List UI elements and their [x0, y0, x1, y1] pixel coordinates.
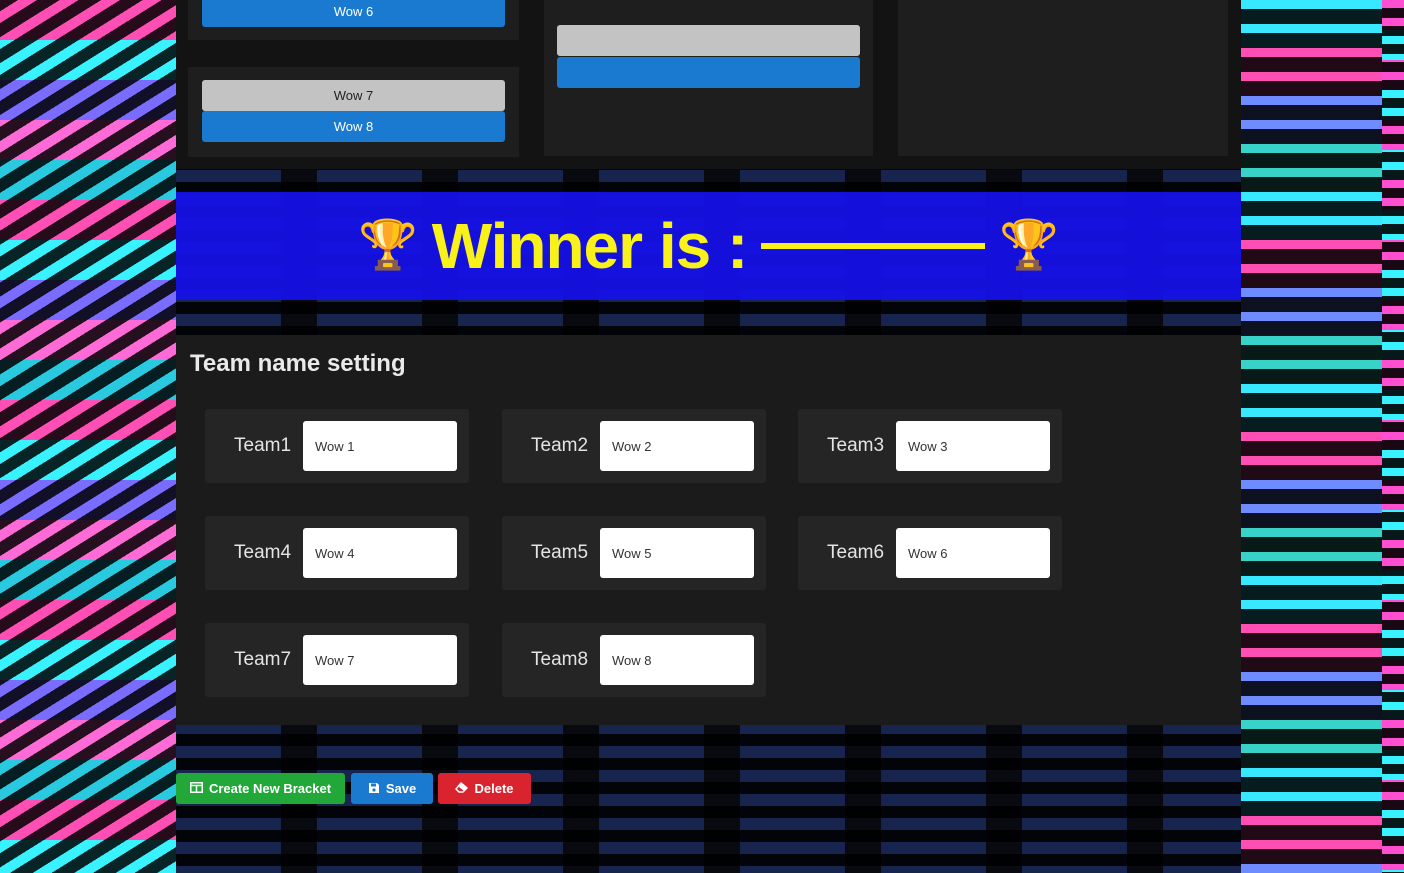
delete-button-label: Delete: [474, 781, 514, 796]
team-name-settings-panel: Team name setting Team1 Team2 Team3 Team…: [176, 335, 1241, 725]
background-right-edge-lights: [1382, 0, 1404, 873]
team-name-input-7[interactable]: [303, 635, 457, 685]
trophy-icon: 🏆: [357, 219, 418, 272]
team-card-6: Team6: [798, 516, 1062, 590]
background-right-lights: [1241, 0, 1404, 873]
eraser-icon: [455, 782, 469, 795]
team-name-input-2[interactable]: [600, 421, 754, 471]
trophy-icon: 🏆: [999, 219, 1060, 272]
team-name-input-1[interactable]: [303, 421, 457, 471]
save-button-label: Save: [385, 781, 417, 796]
team-label: Team7: [234, 649, 292, 670]
bracket-match-r1-3: Wow 6: [188, 0, 519, 40]
bracket-board: Wow 6 Wow 7 Wow 8: [176, 0, 1241, 169]
team-card-2: Team2: [502, 409, 766, 483]
create-button-label: Create New Bracket: [208, 781, 332, 796]
team-name-input-6[interactable]: [896, 528, 1050, 578]
bracket-match-r2-2: [544, 0, 873, 156]
bracket-match-final: [898, 0, 1228, 156]
team-name-input-3[interactable]: [896, 421, 1050, 471]
team-card-1: Team1: [205, 409, 469, 483]
winner-banner: 🏆 Winner is : 🏆: [176, 192, 1241, 300]
save-button[interactable]: Save: [351, 773, 433, 804]
create-new-bracket-button[interactable]: Create New Bracket: [176, 773, 345, 804]
team-card-7: Team7: [205, 623, 469, 697]
bracket-slot[interactable]: Wow 7: [202, 80, 505, 111]
bracket-slot[interactable]: [557, 57, 860, 88]
background-left-lights: [0, 0, 176, 873]
team-name-input-4[interactable]: [303, 528, 457, 578]
team-label: Team2: [531, 435, 589, 456]
bracket-match-r1-4: Wow 7 Wow 8: [188, 67, 519, 157]
team-label: Team5: [531, 542, 589, 563]
team-label: Team1: [234, 435, 292, 456]
panel-title: Team name setting: [190, 350, 406, 377]
floppy-disk-icon: [368, 782, 380, 796]
team-label: Team6: [827, 542, 885, 563]
team-label: Team4: [234, 542, 292, 563]
team-name-input-5[interactable]: [600, 528, 754, 578]
bracket-slot[interactable]: Wow 6: [202, 0, 505, 27]
team-card-5: Team5: [502, 516, 766, 590]
table-icon: [189, 782, 203, 795]
winner-name-blank: [761, 243, 986, 249]
team-label: Team3: [827, 435, 885, 456]
team-card-4: Team4: [205, 516, 469, 590]
team-card-8: Team8: [502, 623, 766, 697]
bracket-slot[interactable]: Wow 8: [202, 111, 505, 142]
delete-button[interactable]: Delete: [438, 773, 531, 804]
team-card-3: Team3: [798, 409, 1062, 483]
team-name-input-8[interactable]: [600, 635, 754, 685]
team-label: Team8: [531, 649, 589, 670]
bracket-slot[interactable]: [557, 25, 860, 56]
winner-label: Winner is :: [431, 210, 749, 282]
